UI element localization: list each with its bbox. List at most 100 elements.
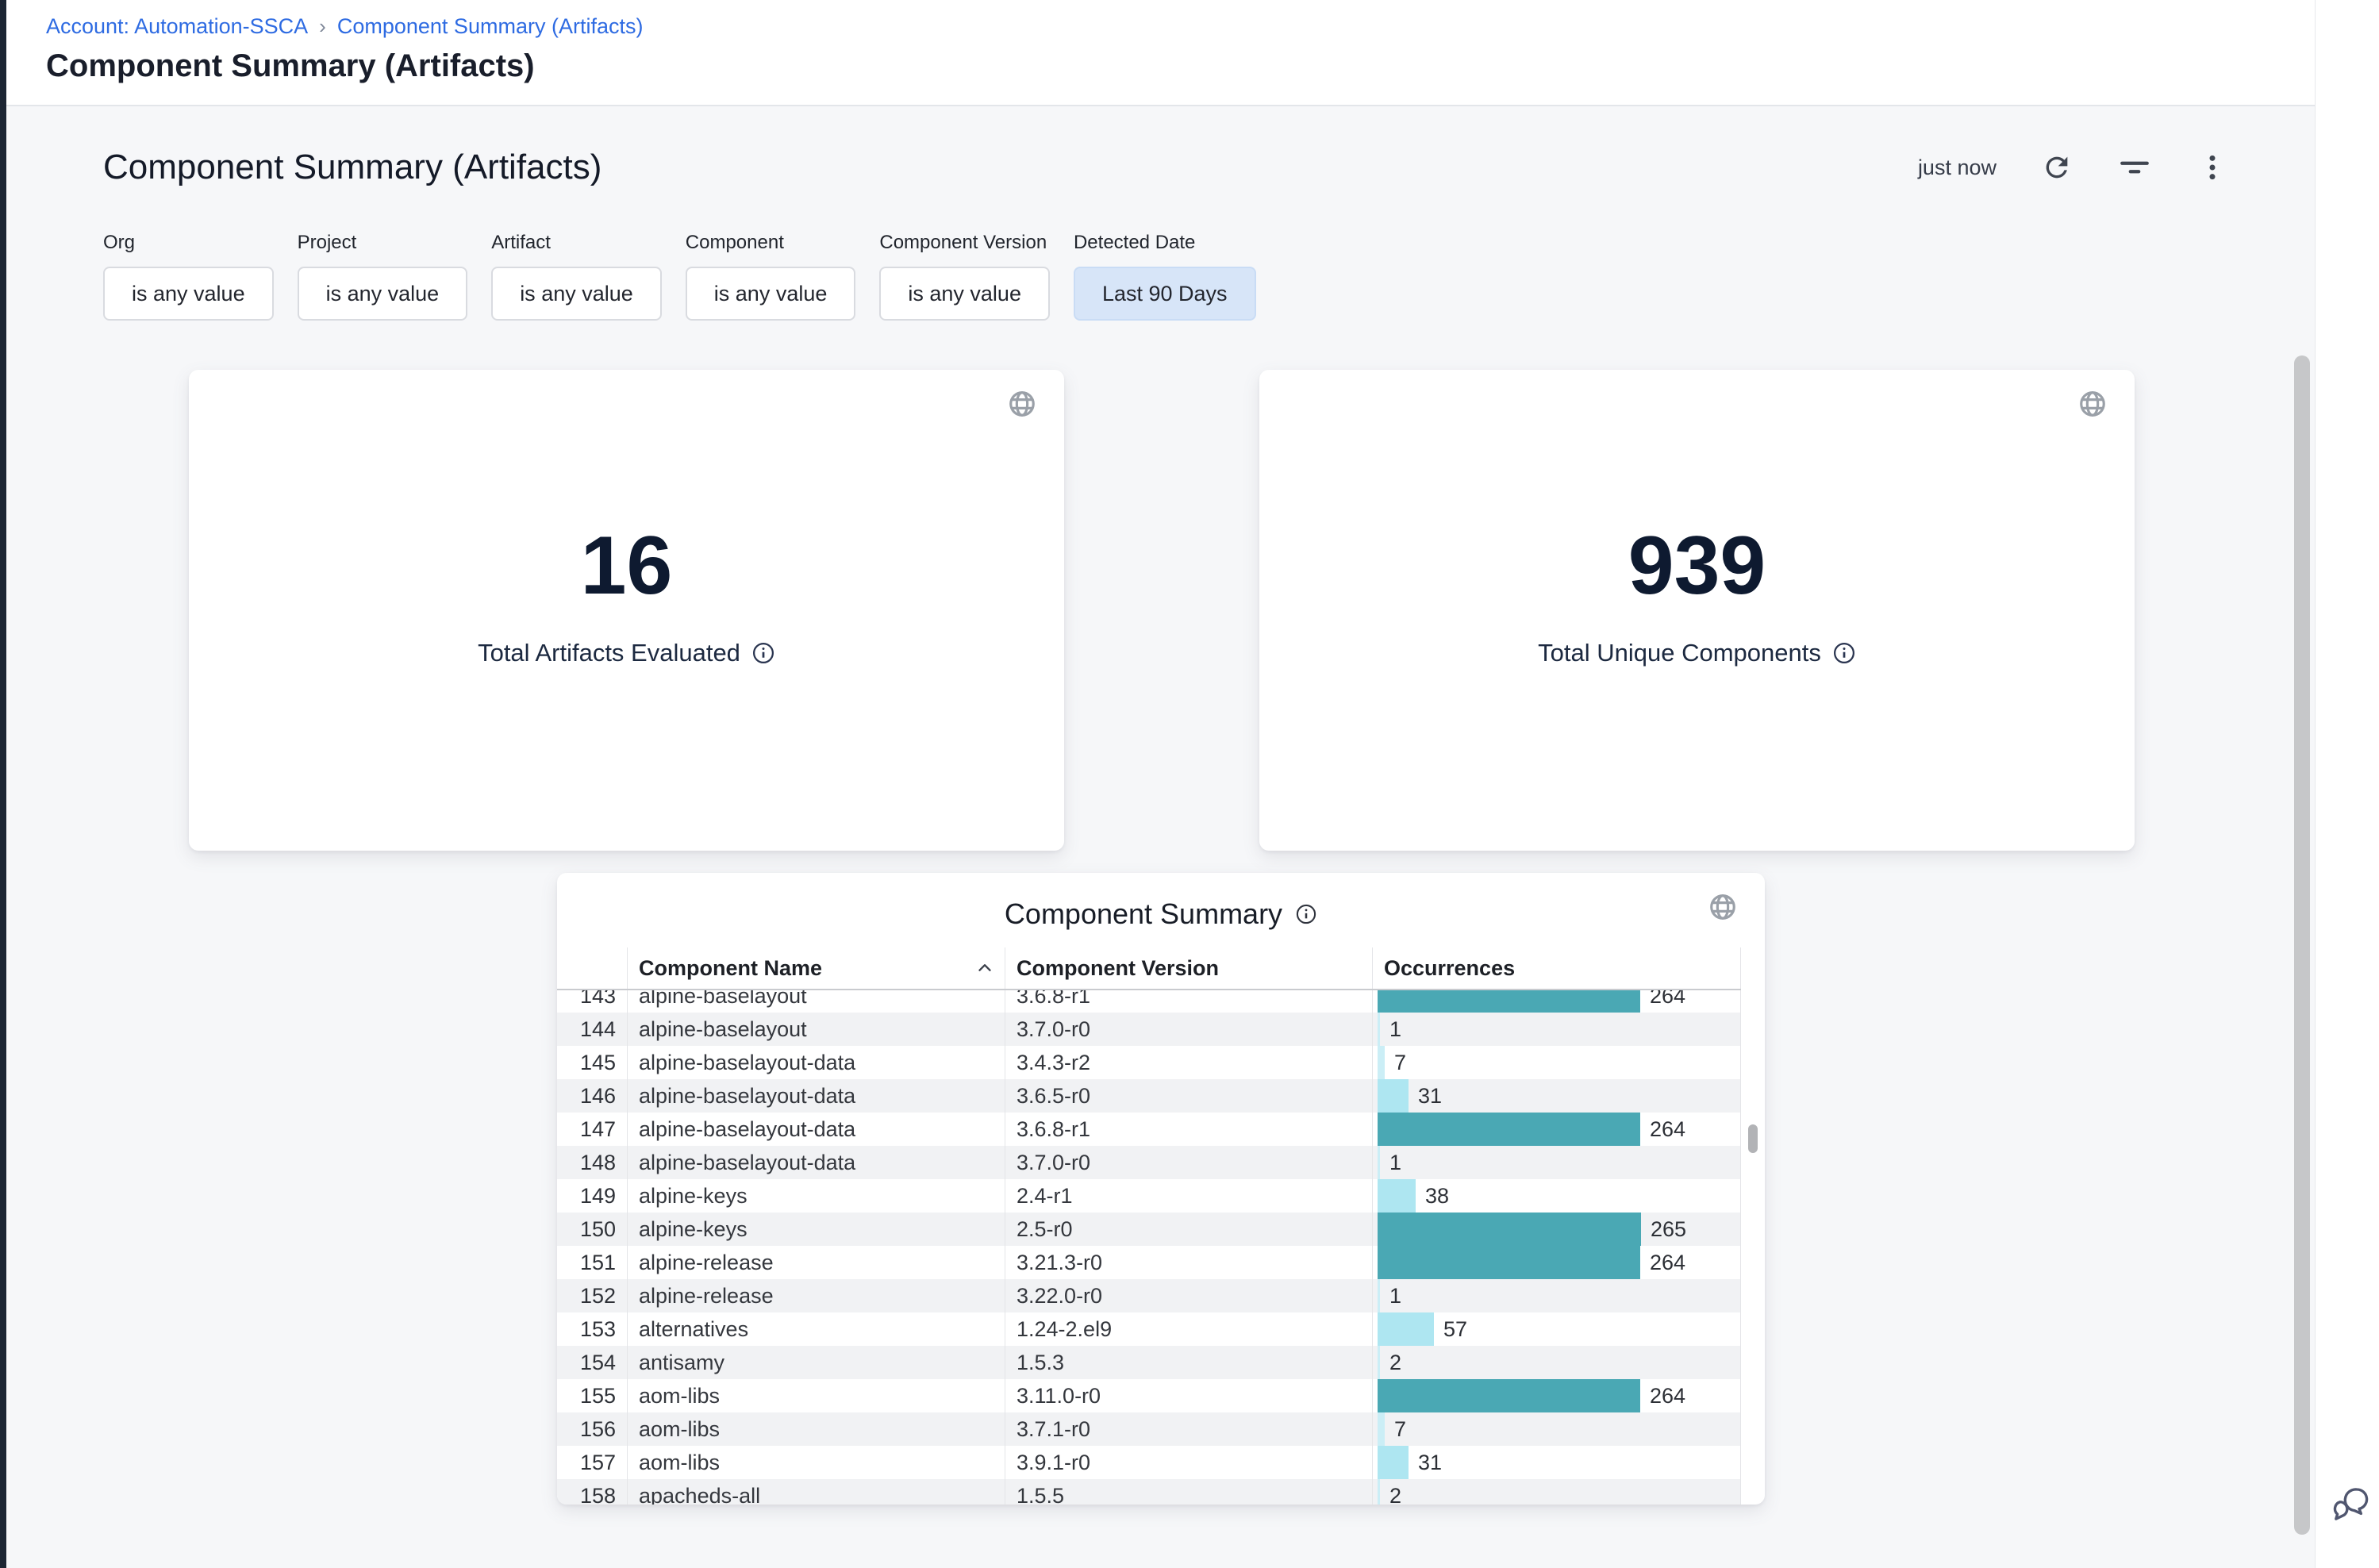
filter-value-button[interactable]: is any value: [298, 267, 468, 321]
row-number-cell: 151: [557, 1246, 627, 1279]
page-scrollbar-thumb[interactable]: [2294, 355, 2310, 1535]
occurrences-cell: 2: [1372, 1479, 1741, 1505]
occurrences-cell: 38: [1372, 1179, 1741, 1213]
stat-label: Total Unique Components: [1538, 639, 1821, 667]
filter-group-component-version: Component Version is any value: [879, 232, 1050, 321]
occurrence-value: 7: [1394, 1051, 1406, 1075]
right-gutter: [2315, 0, 2379, 1568]
filter-value-button[interactable]: Last 90 Days: [1074, 267, 1256, 321]
row-number-cell: 147: [557, 1113, 627, 1146]
occurrence-value: 31: [1418, 1451, 1442, 1475]
table-scrollbar-thumb[interactable]: [1748, 1124, 1758, 1153]
occurrence-bar: [1378, 1079, 1409, 1113]
component-name-cell: alpine-baselayout-data: [627, 1079, 1005, 1113]
table-header-row: Component Name Component Version Occurre…: [557, 947, 1741, 990]
dashboard-actions: just now: [1918, 150, 2230, 185]
row-number-cell: 149: [557, 1179, 627, 1213]
dashboard-title: Component Summary (Artifacts): [103, 148, 601, 187]
last-refreshed-label: just now: [1918, 156, 1997, 180]
page-title: Component Summary (Artifacts): [46, 48, 2316, 84]
occurrence-value: 38: [1425, 1184, 1449, 1209]
column-header-component-name[interactable]: Component Name: [627, 947, 1005, 989]
occurrence-value: 2: [1389, 1351, 1401, 1375]
breadcrumb: Account: Automation-SSCA › Component Sum…: [46, 14, 2316, 39]
filter-value-button[interactable]: is any value: [103, 267, 274, 321]
component-name-cell: alpine-baselayout-data: [627, 1113, 1005, 1146]
component-version-cell: 3.11.0-r0: [1005, 1379, 1372, 1412]
table-row: 145 alpine-baselayout-data 3.4.3-r2 7: [557, 1046, 1741, 1079]
stat-value: 16: [581, 525, 673, 607]
globe-icon: [2077, 389, 2108, 423]
filter-label: Component: [686, 232, 856, 254]
component-version-cell: 3.22.0-r0: [1005, 1279, 1372, 1312]
component-version-cell: 3.21.3-r0: [1005, 1246, 1372, 1279]
occurrence-value: 1: [1389, 1284, 1401, 1309]
component-version-cell: 3.4.3-r2: [1005, 1046, 1372, 1079]
occurrences-cell: 264: [1372, 1113, 1741, 1146]
more-options-button[interactable]: [2195, 150, 2230, 185]
breadcrumb-page-link[interactable]: Component Summary (Artifacts): [337, 14, 644, 39]
table-row: 157 aom-libs 3.9.1-r0 31: [557, 1446, 1741, 1479]
globe-icon: [1708, 892, 1738, 926]
column-header-occurrences[interactable]: Occurrences: [1372, 947, 1741, 989]
occurrence-value: 31: [1418, 1084, 1442, 1109]
occurrences-cell: 264: [1372, 990, 1741, 1013]
info-icon[interactable]: [1832, 641, 1856, 665]
stat-tiles: 16 Total Artifacts Evaluated 939 Total U…: [6, 321, 2316, 851]
stat-label: Total Artifacts Evaluated: [478, 639, 740, 667]
table-row: 158 apacheds-all 1.5.5 2: [557, 1479, 1741, 1505]
component-name-cell: aom-libs: [627, 1446, 1005, 1479]
filter-label: Component Version: [879, 232, 1050, 254]
row-number-cell: 144: [557, 1013, 627, 1046]
component-name-cell: alpine-baselayout: [627, 990, 1005, 1013]
occurrence-value: 264: [1650, 1251, 1685, 1275]
component-name-cell: alpine-keys: [627, 1179, 1005, 1213]
table-row: 154 antisamy 1.5.3 2: [557, 1346, 1741, 1379]
filter-label: Detected Date: [1074, 232, 1256, 254]
occurrence-value: 264: [1650, 1384, 1685, 1409]
occurrence-bar: [1378, 1379, 1640, 1412]
globe-icon: [1007, 389, 1037, 423]
component-version-cell: 2.4-r1: [1005, 1179, 1372, 1213]
filter-value-button[interactable]: is any value: [879, 267, 1050, 321]
table-row: 148 alpine-baselayout-data 3.7.0-r0 1: [557, 1146, 1741, 1179]
component-name-cell: alternatives: [627, 1312, 1005, 1346]
dashboard-area: Component Summary (Artifacts) just now: [6, 108, 2316, 1505]
row-number-cell: 157: [557, 1446, 627, 1479]
component-name-cell: alpine-baselayout-data: [627, 1146, 1005, 1179]
row-number-cell: 148: [557, 1146, 627, 1179]
component-version-cell: 3.7.1-r0: [1005, 1412, 1372, 1446]
occurrence-bar: [1378, 1446, 1409, 1479]
occurrence-bar: [1378, 1179, 1416, 1213]
table-row: 149 alpine-keys 2.4-r1 38: [557, 1179, 1741, 1213]
filter-button[interactable]: [2117, 150, 2152, 185]
filter-group-detected-date: Detected Date Last 90 Days: [1074, 232, 1256, 321]
table-row: 146 alpine-baselayout-data 3.6.5-r0 31: [557, 1079, 1741, 1113]
occurrence-value: 1: [1389, 1151, 1401, 1175]
occurrence-value: 265: [1651, 1217, 1686, 1242]
info-icon[interactable]: [1295, 903, 1317, 925]
occurrence-bar: [1378, 1046, 1385, 1079]
refresh-button[interactable]: [2039, 150, 2074, 185]
filter-value-button[interactable]: is any value: [491, 267, 662, 321]
row-number-cell: 152: [557, 1279, 627, 1312]
row-number-cell: 153: [557, 1312, 627, 1346]
refresh-icon: [2041, 152, 2073, 183]
filter-label: Org: [103, 232, 274, 254]
component-version-cell: 3.7.0-r0: [1005, 1013, 1372, 1046]
filter-value-button[interactable]: is any value: [686, 267, 856, 321]
sort-ascending-icon: [974, 958, 995, 978]
filter-label: Project: [298, 232, 468, 254]
column-header-component-version[interactable]: Component Version: [1005, 947, 1372, 989]
breadcrumb-account-link[interactable]: Account: Automation-SSCA: [46, 14, 308, 39]
filter-group-component: Component is any value: [686, 232, 856, 321]
occurrences-cell: 264: [1372, 1379, 1741, 1412]
kebab-menu-icon: [2196, 152, 2228, 183]
occurrences-cell: 31: [1372, 1079, 1741, 1113]
occurrence-value: 57: [1443, 1317, 1467, 1342]
stat-value: 939: [1628, 525, 1766, 607]
occurrence-value: 1: [1389, 1017, 1401, 1042]
support-chat-icon[interactable]: [2327, 1482, 2369, 1525]
occurrences-cell: 7: [1372, 1412, 1741, 1446]
info-icon[interactable]: [751, 641, 775, 665]
